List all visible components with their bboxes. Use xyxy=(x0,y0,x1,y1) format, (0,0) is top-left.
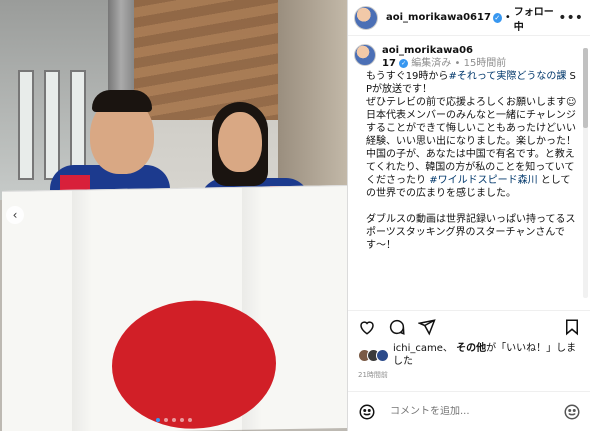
carousel-dot xyxy=(156,418,160,422)
following-button[interactable]: フォロー中 xyxy=(514,3,558,33)
bookmark-icon[interactable] xyxy=(563,318,581,336)
carousel-dot xyxy=(172,418,176,422)
carousel-dot xyxy=(180,418,184,422)
avatar[interactable] xyxy=(354,44,376,66)
caption-text: もうすぐ19時から#それって実際どうなの課 SPが放送です！ ぜひテレビの前で応… xyxy=(366,70,579,252)
comment-icon[interactable] xyxy=(388,318,406,336)
post-header: aoi_morikawa0617 ✓ • フォロー中 ••• xyxy=(348,0,590,36)
liker-avatars[interactable] xyxy=(358,348,389,362)
emoji-icon[interactable] xyxy=(563,403,581,421)
post-image[interactable]: ‹ xyxy=(0,0,347,431)
hashtag-link[interactable]: #それって実際どうなの課 xyxy=(448,71,566,82)
avatar[interactable] xyxy=(354,5,378,30)
action-bar xyxy=(348,310,590,342)
caption-line: としての世界での広まりを感じました。 ダブルスの動画は世界記録いっぱい持ってるス… xyxy=(366,175,576,251)
caption-line: SPが放送です！ ぜひテレビの前で応援よろしくお願いします☺︎ 日本代表メンバー… xyxy=(366,71,577,186)
likes-row: ichi_came、 その他が「いいね！」しました xyxy=(348,342,590,368)
caption-separator: • xyxy=(454,58,461,69)
header-separator: • xyxy=(504,12,511,23)
more-icon[interactable]: ••• xyxy=(558,10,583,26)
header-username[interactable]: aoi_morikawa0617 xyxy=(386,12,491,23)
post-side-panel: aoi_morikawa0617 ✓ • フォロー中 ••• aoi_morik… xyxy=(347,0,590,431)
caption-edited: 編集済み xyxy=(411,58,452,69)
verified-icon: ✓ xyxy=(492,12,502,23)
carousel-dot xyxy=(188,418,192,422)
likes-text: ichi_came、 その他が「いいね！」しました xyxy=(393,342,581,368)
comment-input[interactable] xyxy=(390,406,550,417)
emoji-icon[interactable] xyxy=(358,403,376,421)
comment-bar xyxy=(348,391,590,431)
caption-line: もうすぐ19時から xyxy=(366,71,449,82)
liker-username[interactable]: ichi_came、 xyxy=(393,343,453,354)
post-timestamp[interactable]: 21時間前 xyxy=(358,370,388,380)
likes-others-link[interactable]: その他 xyxy=(456,343,486,354)
caption-section: aoi_morikawa06 17 ✓ 編集済み • 15時間前 もうすぐ19時… xyxy=(348,36,590,308)
caption-scrollbar[interactable] xyxy=(583,48,588,298)
hashtag-link[interactable]: #ワイルドスピード森川 xyxy=(429,175,537,186)
avatar xyxy=(376,348,389,362)
verified-icon: ✓ xyxy=(399,58,409,68)
carousel-indicator xyxy=(156,418,192,422)
heart-icon[interactable] xyxy=(358,318,376,336)
chevron-left-icon[interactable]: ‹ xyxy=(6,206,24,224)
background-window xyxy=(18,70,34,180)
share-icon[interactable] xyxy=(418,318,436,336)
scrollbar-thumb[interactable] xyxy=(583,48,588,128)
japan-flag xyxy=(2,184,347,431)
carousel-dot xyxy=(164,418,168,422)
caption-time[interactable]: 15時間前 xyxy=(464,58,507,69)
